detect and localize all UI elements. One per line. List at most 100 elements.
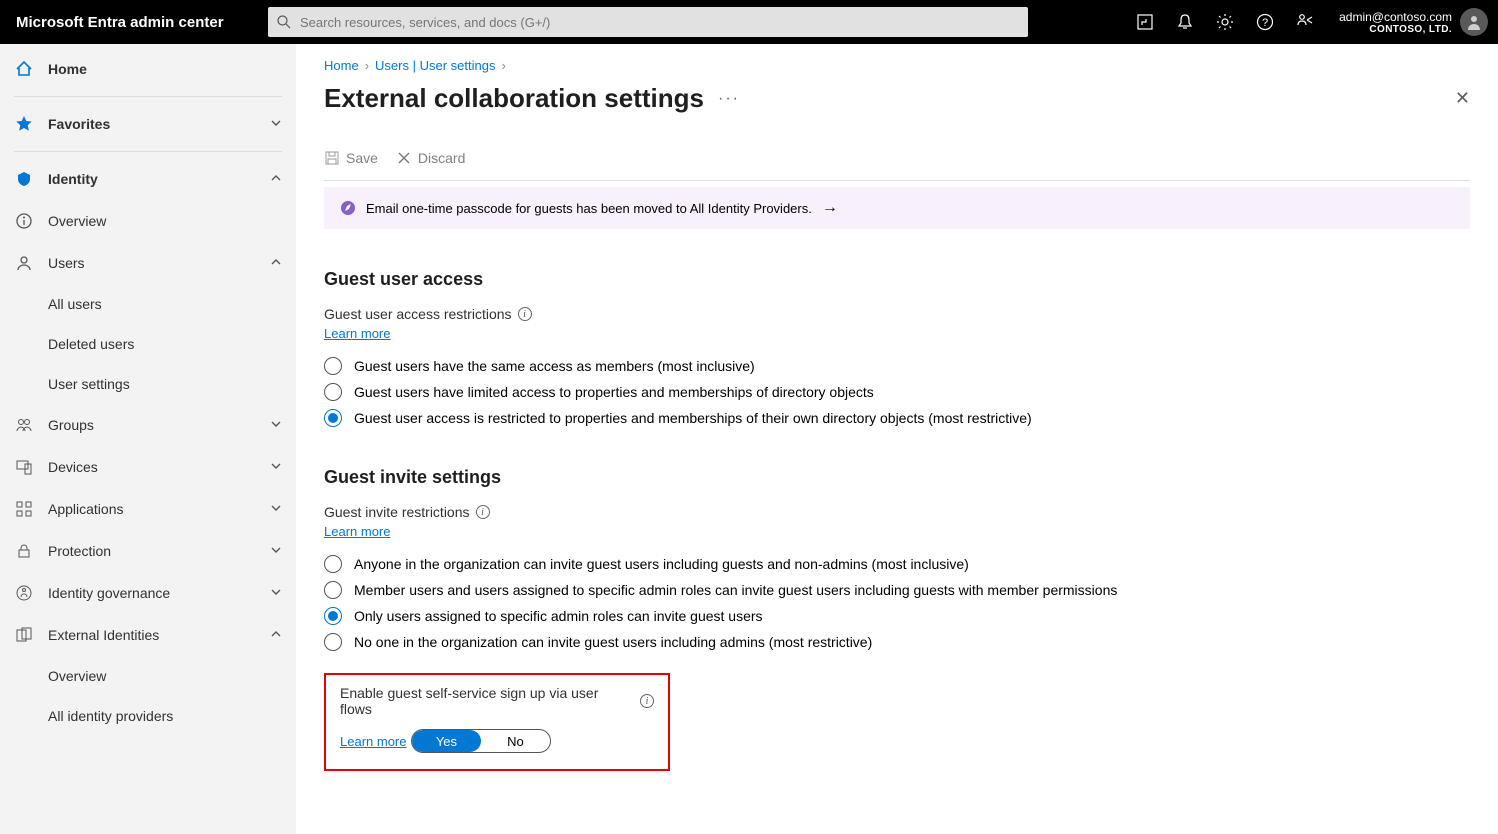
sidebar-item-users[interactable]: Users (0, 242, 296, 284)
more-actions-button[interactable]: ··· (718, 90, 740, 108)
governance-icon (14, 583, 34, 603)
apps-icon (14, 499, 34, 519)
radio-label: Anyone in the organization can invite gu… (354, 556, 969, 572)
help-icon[interactable]: ? (1245, 0, 1285, 44)
separator (14, 151, 282, 152)
info-banner: Email one-time passcode for guests has b… (324, 187, 1470, 229)
guest-invite-sub-label: Guest invite restrictions (324, 504, 470, 520)
crumb-home[interactable]: Home (324, 58, 359, 73)
learn-more-link[interactable]: Learn more (324, 524, 390, 539)
sidebar-item-applications[interactable]: Applications (0, 488, 296, 530)
search-input[interactable] (300, 15, 1028, 30)
radio-label: Only users assigned to specific admin ro… (354, 608, 763, 624)
breadcrumb: Home › Users | User settings › (324, 58, 1470, 73)
radio-guest-access-limited[interactable]: Guest users have limited access to prope… (324, 383, 1470, 401)
top-bar: Microsoft Entra admin center ? admin@con… (0, 0, 1498, 44)
avatar (1460, 8, 1488, 36)
sidebar-label: Groups (48, 417, 94, 433)
user-icon (14, 253, 34, 273)
learn-more-link[interactable]: Learn more (340, 734, 406, 749)
sidebar-item-all-users[interactable]: All users (0, 284, 296, 324)
radio-invite-members[interactable]: Member users and users assigned to speci… (324, 581, 1470, 599)
account-menu[interactable]: admin@contoso.com CONTOSO, LTD. (1325, 8, 1498, 36)
radio-label: Guest user access is restricted to prope… (354, 410, 1032, 426)
sidebar-item-home[interactable]: Home (0, 48, 296, 90)
compass-icon (340, 200, 356, 216)
radio-guest-access-restrictive[interactable]: Guest user access is restricted to prope… (324, 409, 1470, 427)
section-guest-invite-heading: Guest invite settings (324, 467, 1470, 488)
brand-title: Microsoft Entra admin center (0, 14, 268, 31)
sidebar-label: Users (48, 255, 85, 271)
sidebar-item-external-identities[interactable]: External Identities (0, 614, 296, 656)
main-content: Home › Users | User settings › External … (296, 44, 1498, 834)
info-icon (14, 211, 34, 231)
page-title: External collaboration settings (324, 83, 704, 114)
sidebar-label: Favorites (48, 116, 110, 132)
sidebar-item-all-idp[interactable]: All identity providers (0, 696, 296, 736)
account-email: admin@contoso.com (1339, 10, 1452, 24)
lock-icon (14, 541, 34, 561)
topbar-right: ? admin@contoso.com CONTOSO, LTD. (1125, 0, 1498, 44)
account-org: CONTOSO, LTD. (1339, 24, 1452, 35)
sidebar-item-protection[interactable]: Protection (0, 530, 296, 572)
toggle-no[interactable]: No (481, 730, 550, 752)
sidebar-item-groups[interactable]: Groups (0, 404, 296, 446)
discard-label: Discard (418, 150, 465, 166)
sidebar-label: External Identities (48, 627, 159, 643)
notifications-icon[interactable] (1165, 0, 1205, 44)
radio-icon (324, 409, 342, 427)
svg-text:?: ? (1262, 17, 1268, 29)
radio-label: No one in the organization can invite gu… (354, 634, 872, 650)
sidebar-label: Applications (48, 501, 124, 517)
radio-guest-access-inclusive[interactable]: Guest users have the same access as memb… (324, 357, 1470, 375)
save-button[interactable]: Save (324, 150, 378, 166)
feedback-icon[interactable] (1285, 0, 1325, 44)
sidebar-label: Identity governance (48, 585, 170, 601)
radio-invite-admins[interactable]: Only users assigned to specific admin ro… (324, 607, 1470, 625)
discard-button[interactable]: Discard (396, 150, 465, 166)
radio-icon (324, 357, 342, 375)
radio-invite-noone[interactable]: No one in the organization can invite gu… (324, 633, 1470, 651)
radio-label: Guest users have limited access to prope… (354, 384, 874, 400)
sidebar-label: All users (48, 296, 102, 312)
save-icon (324, 150, 340, 166)
identity-icon (14, 169, 34, 189)
radio-invite-anyone[interactable]: Anyone in the organization can invite gu… (324, 555, 1470, 573)
sidebar-item-identity[interactable]: Identity (0, 158, 296, 200)
info-icon[interactable]: i (640, 694, 654, 708)
sidebar-label: User settings (48, 376, 130, 392)
settings-icon[interactable] (1205, 0, 1245, 44)
sidebar-item-id-governance[interactable]: Identity governance (0, 572, 296, 614)
groups-icon (14, 415, 34, 435)
home-icon (14, 59, 34, 79)
self-service-label: Enable guest self-service sign up via us… (340, 685, 634, 717)
self-service-toggle[interactable]: Yes No (411, 729, 551, 753)
radio-icon (324, 607, 342, 625)
radio-icon (324, 633, 342, 651)
learn-more-link[interactable]: Learn more (324, 326, 390, 341)
info-icon[interactable]: i (476, 505, 490, 519)
sidebar-label: Home (48, 61, 87, 77)
sidebar-item-overview[interactable]: Overview (0, 200, 296, 242)
crumb-users[interactable]: Users | User settings (375, 58, 495, 73)
sidebar-item-ext-overview[interactable]: Overview (0, 656, 296, 696)
sidebar-item-devices[interactable]: Devices (0, 446, 296, 488)
arrow-right-icon[interactable]: → (822, 199, 838, 217)
sidebar-item-favorites[interactable]: Favorites (0, 103, 296, 145)
chevron-right-icon: › (365, 58, 369, 73)
sidebar-item-user-settings[interactable]: User settings (0, 364, 296, 404)
toggle-yes[interactable]: Yes (412, 730, 481, 752)
global-search[interactable] (268, 7, 1028, 37)
chevron-up-icon (270, 627, 282, 643)
self-service-highlight: Enable guest self-service sign up via us… (324, 673, 670, 771)
chevron-down-icon (270, 543, 282, 559)
close-icon[interactable]: ✕ (1455, 88, 1470, 109)
guest-access-sub-label: Guest user access restrictions (324, 306, 512, 322)
chevron-down-icon (270, 116, 282, 132)
command-bar: Save Discard (324, 144, 1470, 181)
copilot-icon[interactable] (1125, 0, 1165, 44)
radio-label: Guest users have the same access as memb… (354, 358, 755, 374)
sidebar-item-deleted-users[interactable]: Deleted users (0, 324, 296, 364)
info-icon[interactable]: i (518, 307, 532, 321)
radio-icon (324, 555, 342, 573)
